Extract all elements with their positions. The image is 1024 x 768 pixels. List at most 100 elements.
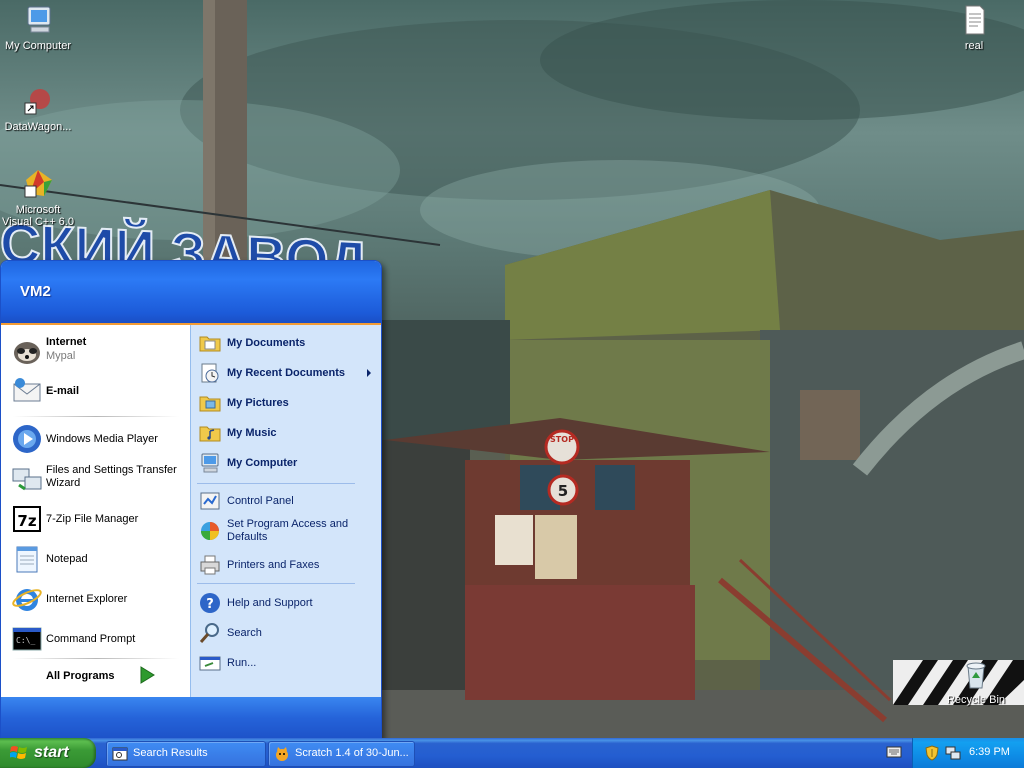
green-arrow-icon [137, 665, 157, 685]
separator [197, 483, 355, 484]
start-item-label: My Documents [227, 337, 306, 349]
separator [197, 583, 355, 584]
security-shield-icon[interactable] [925, 745, 939, 761]
start-item-label: Control Panel [227, 495, 294, 507]
control-panel-icon [199, 490, 221, 512]
keyboard-language-icon[interactable] [886, 745, 902, 759]
command-prompt-icon: C:\_ [11, 623, 43, 655]
start-item-label: Search [227, 627, 262, 639]
taskbar-button-label: Search Results [133, 747, 208, 759]
search-window-icon [112, 746, 128, 762]
start-menu-programs-panel: Internet Mypal E-mail Windows Media Play… [1, 325, 190, 697]
all-programs-button[interactable]: All Programs [9, 660, 187, 690]
folder-pictures-icon [199, 392, 221, 414]
start-item-printers[interactable]: Printers and Faxes [199, 551, 377, 579]
folder-music-icon [199, 422, 221, 444]
start-item-label: My Recent Documents [227, 367, 345, 379]
recent-documents-icon [199, 362, 221, 384]
start-item-label: Set Program Access and Defaults [227, 518, 349, 543]
desktop-icon-label: DataWagon... [4, 121, 72, 133]
taskbar-button-search-results[interactable]: Search Results [106, 741, 266, 767]
start-item-label: Help and Support [227, 597, 313, 609]
desktop-icon-label: real [964, 40, 984, 52]
svg-text:C:\_: C:\_ [16, 636, 35, 645]
start-item-label: E-mail [46, 385, 80, 397]
start-item-media-player[interactable]: Windows Media Player [9, 421, 187, 457]
my-computer-icon [22, 4, 54, 36]
start-menu-header: VM2 [1, 261, 381, 325]
start-button-label: start [34, 744, 69, 761]
start-item-run[interactable]: Run... [199, 649, 377, 677]
windows-flag-icon [9, 745, 28, 761]
internet-explorer-icon [11, 583, 43, 615]
clock[interactable]: 6:39 PM [969, 746, 1010, 758]
desktop-icon-visual-cpp[interactable]: Microsoft Visual C++ 6.0 [0, 168, 76, 228]
start-item-label: My Computer [227, 457, 298, 469]
taskbar: start Search Results Scratch 1.4 of 30-J… [0, 738, 1024, 768]
start-menu-body: Internet Mypal E-mail Windows Media Play… [1, 325, 381, 697]
run-icon [199, 652, 221, 674]
start-item-internet-explorer[interactable]: Internet Explorer [9, 581, 187, 617]
transfer-wizard-icon [11, 463, 43, 495]
seven-zip-icon: 7z [11, 503, 43, 535]
svg-text:7z: 7z [17, 512, 36, 530]
start-item-7zip[interactable]: 7z 7-Zip File Manager [9, 501, 187, 537]
start-item-my-computer[interactable]: My Computer [199, 449, 377, 477]
separator [13, 416, 179, 417]
user-name: VM2 [20, 283, 51, 300]
start-button[interactable]: start [0, 738, 96, 768]
start-item-program-access[interactable]: Set Program Access and Defaults [199, 517, 377, 547]
folder-documents-icon [199, 332, 221, 354]
system-tray: 6:39 PM [912, 738, 1024, 768]
start-menu-places-panel: My Documents My Recent Documents My Pict… [190, 325, 381, 697]
datawagon-shortcut-icon [22, 85, 54, 117]
start-item-help[interactable]: ? Help and Support [199, 589, 377, 617]
start-item-notepad[interactable]: Notepad [9, 541, 187, 577]
start-item-label: 7-Zip File Manager [46, 513, 139, 525]
start-item-label: Run... [227, 657, 257, 669]
desktop-icon-datawagon[interactable]: DataWagon... [0, 85, 76, 133]
scratch-cat-icon [274, 746, 290, 762]
start-item-label: Windows Media Player [46, 433, 158, 445]
notepad-icon [11, 543, 43, 575]
start-item-search[interactable]: Search [199, 619, 377, 647]
start-item-email[interactable]: E-mail [9, 373, 187, 409]
mypal-browser-icon [11, 335, 43, 367]
desktop-icon-real[interactable]: real [936, 4, 1012, 52]
taskbar-button-scratch[interactable]: Scratch 1.4 of 30-Jun... [268, 741, 415, 767]
start-item-label: Internet [46, 336, 87, 348]
start-item-label: Command Prompt [46, 633, 136, 645]
my-computer-icon [199, 452, 221, 474]
start-item-internet[interactable]: Internet Mypal [9, 333, 187, 369]
network-icon[interactable] [945, 745, 961, 761]
submenu-arrow-icon [367, 369, 371, 377]
all-programs-label: All Programs [46, 670, 115, 682]
start-item-control-panel[interactable]: Control Panel [199, 487, 377, 515]
start-item-transfer-wizard[interactable]: Files and Settings Transfer Wizard [9, 461, 187, 497]
start-item-recent-documents[interactable]: My Recent Documents [199, 359, 377, 387]
text-document-icon [958, 4, 990, 36]
taskbar-button-label: Scratch 1.4 of 30-Jun... [295, 747, 409, 759]
speed-sign-text: 5 [558, 482, 568, 500]
stop-sign-text: STOP [550, 435, 574, 444]
email-icon [11, 375, 43, 407]
start-item-my-music[interactable]: My Music [199, 419, 377, 447]
visual-cpp-shortcut-icon [22, 168, 54, 200]
printer-icon [199, 554, 221, 576]
start-item-command-prompt[interactable]: C:\_ Command Prompt [9, 621, 187, 657]
start-item-sublabel: Mypal [46, 350, 76, 362]
start-item-my-pictures[interactable]: My Pictures [199, 389, 377, 417]
recycle-bin-icon [960, 658, 992, 690]
start-item-label: Internet Explorer [46, 593, 128, 605]
desktop-icon-my-computer[interactable]: My Computer [0, 4, 76, 52]
start-menu: VM2 Internet Mypal E-mail Windows Media … [0, 260, 382, 740]
search-icon [199, 622, 221, 644]
desktop-icon-label: Microsoft Visual C++ 6.0 [2, 204, 74, 228]
svg-text:?: ? [206, 597, 214, 612]
desktop-icon-label: My Computer [4, 40, 72, 52]
start-item-label: My Music [227, 427, 277, 439]
start-item-label: Notepad [46, 553, 88, 565]
start-item-my-documents[interactable]: My Documents [199, 329, 377, 357]
desktop-icon-recycle-bin[interactable]: Recycle Bin [938, 658, 1014, 706]
start-item-label: Files and Settings Transfer Wizard [46, 464, 177, 489]
